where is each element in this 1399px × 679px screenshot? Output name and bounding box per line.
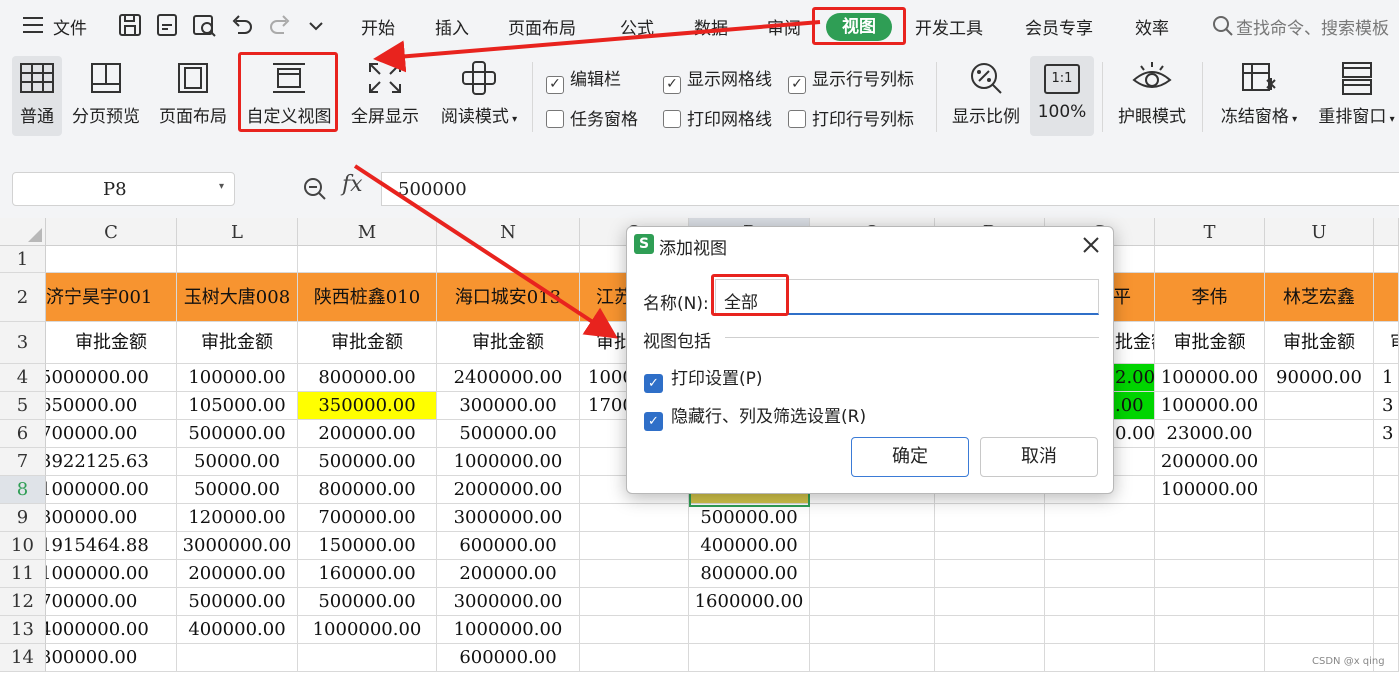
annotation-arrows bbox=[353, 20, 821, 339]
